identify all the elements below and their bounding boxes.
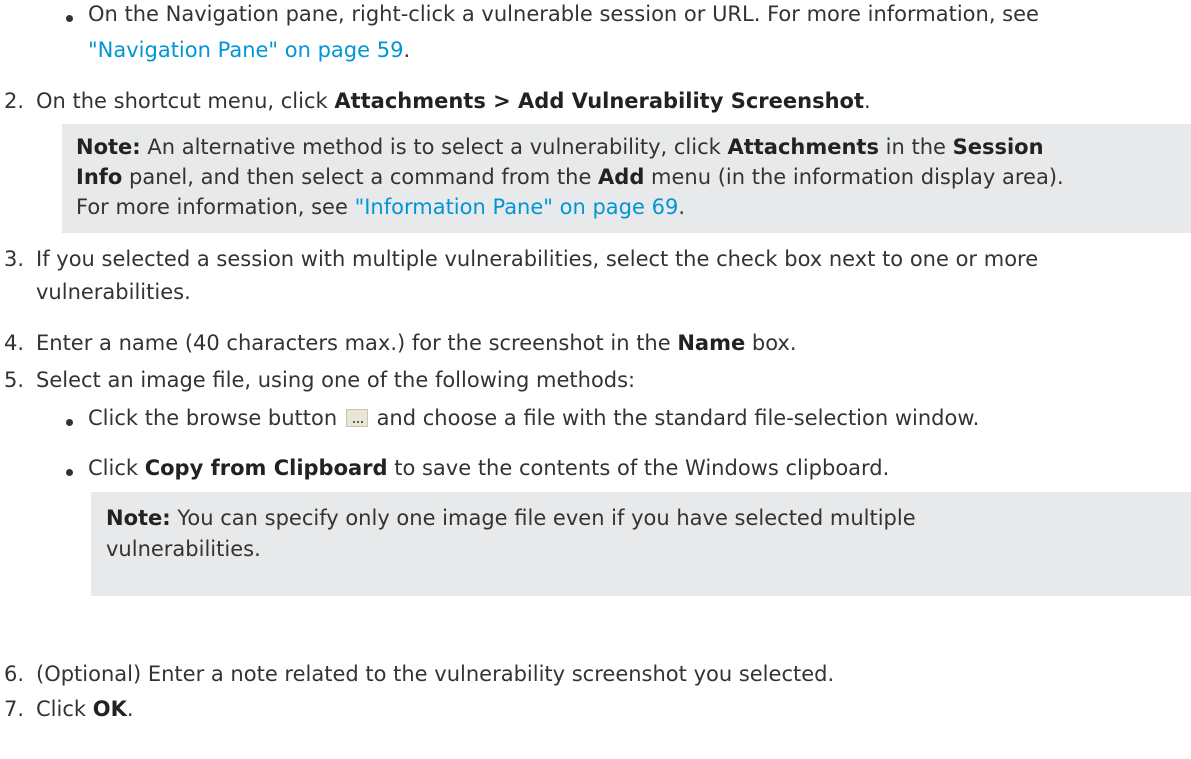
bullet-marker	[66, 419, 73, 426]
bullet-marker	[66, 15, 73, 22]
step-number: 5.	[4, 368, 25, 392]
note-1-line2: Info panel, and then select a command fr…	[76, 165, 1064, 190]
note-text: An alternative method is to select a vul…	[140, 135, 728, 159]
step-number: 6.	[4, 662, 25, 686]
browse-button-icon[interactable]	[345, 409, 368, 427]
step-number: 2.	[4, 89, 25, 113]
note-bold: Attachments	[727, 135, 879, 159]
sub-bullet-browse: Click the browse button and choose a fil…	[88, 406, 979, 431]
information-pane-link[interactable]: "Information Pane" on page 69	[355, 195, 679, 219]
step-text: box.	[745, 331, 797, 355]
step-6-text: (Optional) Enter a note related to the v…	[36, 662, 835, 686]
step-number: 3.	[4, 247, 25, 271]
note-text: You can specify only one image file even…	[170, 506, 916, 530]
period: .	[126, 697, 134, 721]
copy-from-clipboard-label: Copy from Clipboard	[144, 456, 388, 480]
step-2-text: On the shortcut menu, click Attachments …	[36, 89, 871, 114]
step-text: Click	[36, 697, 93, 721]
bullet-text: to save the contents of the Windows clip…	[387, 456, 890, 480]
period: .	[864, 89, 871, 113]
note-text: menu (in the information display area).	[644, 165, 1064, 189]
navigation-pane-link[interactable]: "Navigation Pane" on page 59	[88, 38, 403, 62]
period: .	[678, 195, 685, 219]
note-text: in the	[878, 135, 953, 159]
note-2-line2: vulnerabilities.	[106, 537, 261, 561]
bullet-navigation-pane-line2: "Navigation Pane" on page 59.	[88, 38, 410, 63]
step-3-line1: If you selected a session with multiple …	[36, 247, 1039, 271]
step-5-text: Select an image file, using one of the f…	[36, 368, 636, 392]
ok-button-label: OK	[92, 697, 127, 721]
note-label: Note:	[76, 135, 141, 159]
note-label: Note:	[106, 506, 171, 530]
note-2-line1: Note: You can specify only one image fil…	[106, 506, 916, 531]
note-bold: Add	[598, 165, 645, 189]
step-number: 7.	[4, 697, 25, 721]
step-text: Enter a name (40 characters max.) for th…	[36, 331, 678, 355]
note-bold: Session	[952, 135, 1044, 159]
period: .	[403, 38, 411, 62]
step-4-text: Enter a name (40 characters max.) for th…	[36, 331, 797, 356]
step-number: 4.	[4, 331, 25, 355]
bullet-text: On the Navigation pane, right-click a vu…	[88, 2, 1039, 26]
bullet-navigation-pane: On the Navigation pane, right-click a vu…	[88, 2, 1039, 27]
step-7-text: Click OK.	[36, 697, 134, 722]
document-page: On the Navigation pane, right-click a vu…	[0, 0, 1191, 759]
name-field-label: Name	[677, 331, 746, 355]
bullet-text: Click	[88, 456, 145, 480]
bullet-text: and choose a file with the standard file…	[376, 406, 980, 430]
note-1-line1: Note: An alternative method is to select…	[76, 135, 1044, 160]
note-text: panel, and then select a command from th…	[122, 165, 599, 189]
menu-path: Attachments > Add Vulnerability Screensh…	[334, 89, 865, 113]
sub-bullet-clipboard: Click Copy from Clipboard to save the co…	[88, 456, 889, 481]
bullet-text: Click the browse button	[88, 406, 338, 430]
note-1-line3: For more information, see "Information P…	[76, 195, 685, 220]
step-text: On the shortcut menu, click	[36, 89, 335, 113]
step-3-line2: vulnerabilities.	[36, 280, 191, 304]
note-text: For more information, see	[76, 195, 355, 219]
bullet-marker	[66, 469, 73, 476]
note-bold: Info	[76, 165, 123, 189]
